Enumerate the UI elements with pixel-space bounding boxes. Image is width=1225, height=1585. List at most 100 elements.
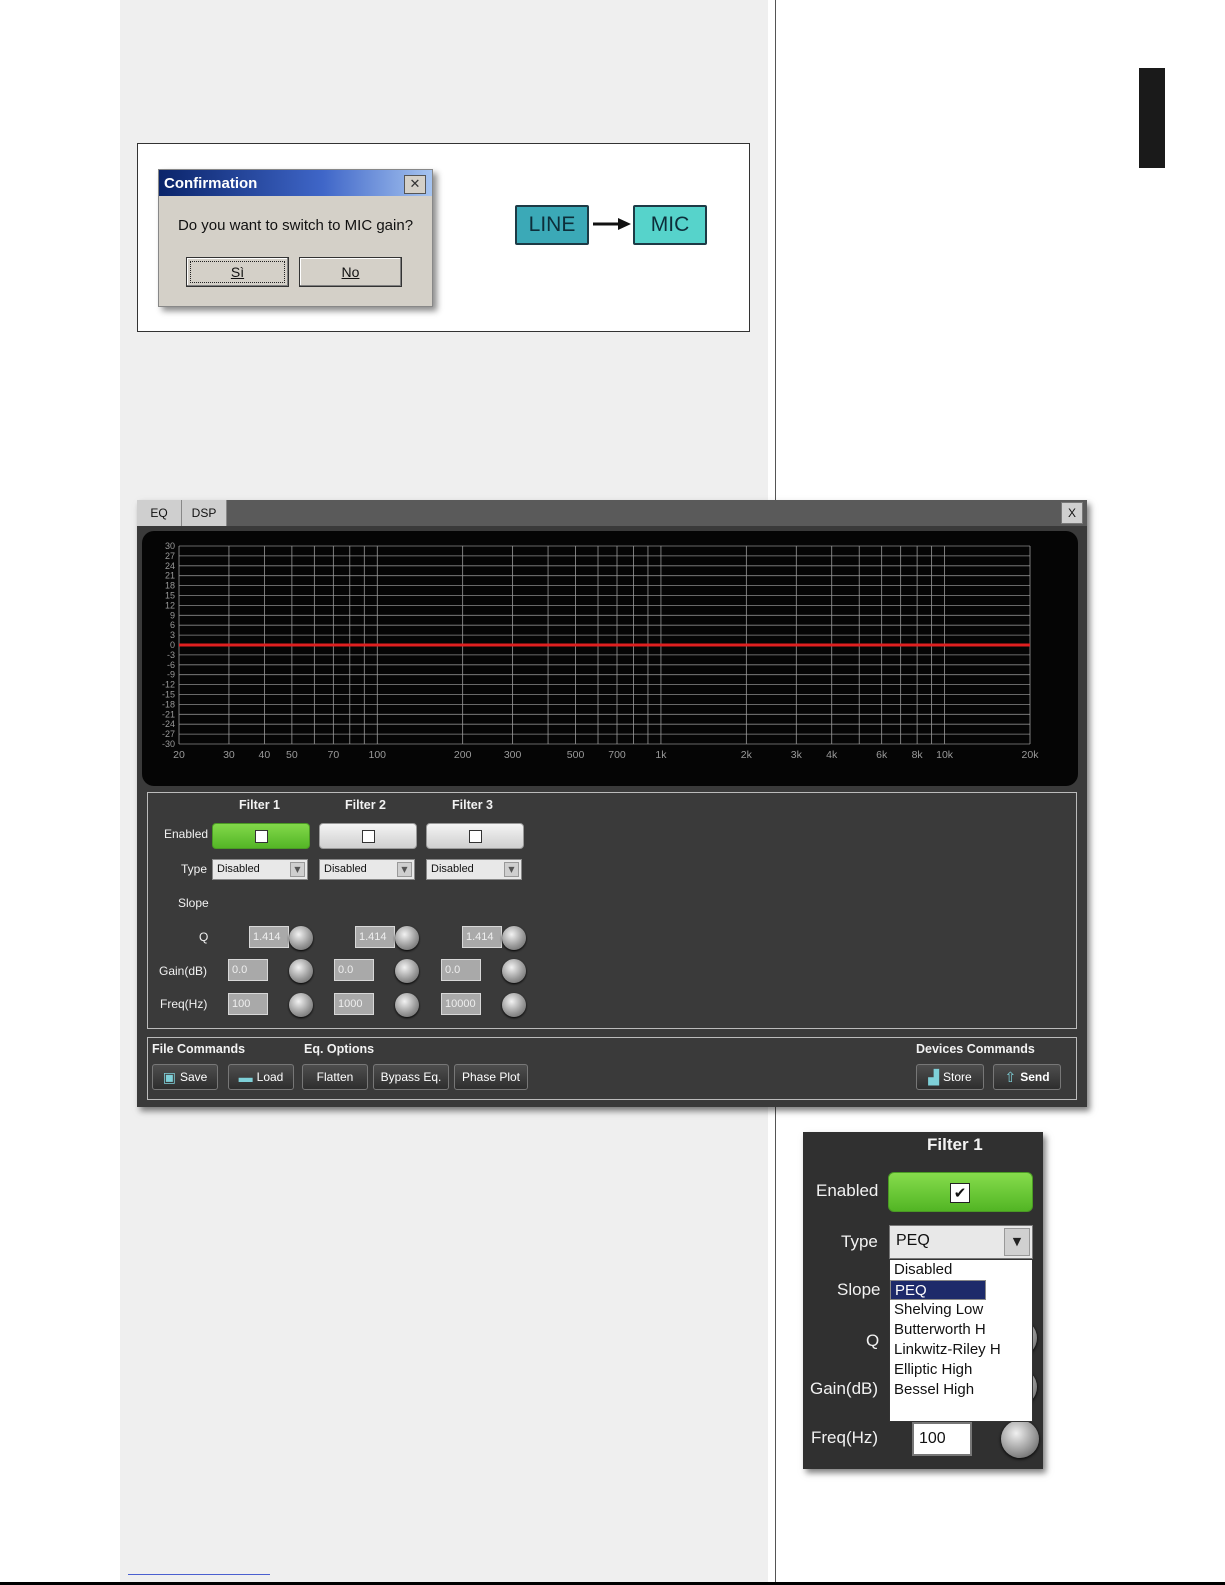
- filter-1-type-select[interactable]: Disabled ▼: [212, 859, 308, 880]
- filter-3-freq-field[interactable]: 10000: [441, 993, 481, 1015]
- freq-tick-label: 700: [608, 749, 626, 761]
- filter-2-q-knob[interactable]: [395, 926, 419, 950]
- freq-tick-label: 200: [454, 749, 472, 761]
- freq-row-label: Freq(Hz): [160, 997, 208, 1011]
- tab-bar: [137, 500, 1087, 526]
- mic-gain-box: MIC: [633, 205, 707, 245]
- dropdown-option[interactable]: Elliptic High: [890, 1360, 1032, 1380]
- close-icon[interactable]: ✕: [404, 175, 426, 194]
- flatten-button[interactable]: Flatten: [302, 1064, 368, 1090]
- dialog-message: Do you want to switch to MIC gain?: [177, 217, 414, 234]
- filter-1-freq-knob[interactable]: [289, 993, 313, 1017]
- filter-1-q-knob[interactable]: [289, 926, 313, 950]
- folder-icon: ▬: [238, 1069, 253, 1085]
- db-tick-label: 3: [170, 630, 175, 640]
- zoom-slope-label: Slope: [837, 1280, 881, 1299]
- bypass-eq-button[interactable]: Bypass Eq.: [373, 1064, 449, 1090]
- freq-tick-label: 40: [259, 749, 271, 761]
- confirmation-dialog: Confirmation ✕ Do you want to switch to …: [158, 169, 433, 307]
- filter-1-q-field[interactable]: 1.414: [249, 926, 289, 948]
- freq-tick-label: 2k: [741, 749, 753, 761]
- eq-options-title: Eq. Options: [304, 1042, 375, 1056]
- zoom-type-select[interactable]: PEQ ▼: [889, 1225, 1033, 1259]
- dropdown-option[interactable]: Butterworth H: [890, 1320, 1032, 1340]
- db-tick-label: -12: [162, 680, 175, 690]
- dialog-titlebar: Confirmation: [159, 170, 432, 196]
- filter-2-freq-knob[interactable]: [395, 993, 419, 1017]
- filter-2-freq-field[interactable]: 1000: [334, 993, 374, 1015]
- checkbox-icon: [469, 830, 482, 843]
- zoom-enabled-toggle[interactable]: ✔: [888, 1172, 1033, 1212]
- load-label: Load: [256, 1070, 284, 1084]
- commands-panel: File Commands Eq. Options Devices Comman…: [147, 1037, 1077, 1100]
- zoom-filter-title: Filter 1: [927, 1135, 983, 1154]
- q-row-label: Q: [199, 930, 209, 944]
- zoom-gain-label: Gain(dB): [810, 1379, 879, 1398]
- store-icon: ▟: [928, 1069, 940, 1085]
- store-button[interactable]: ▟ Store: [916, 1064, 984, 1090]
- filter-3-q-knob[interactable]: [502, 926, 526, 950]
- file-commands-title: File Commands: [152, 1042, 246, 1056]
- type-row-label: Type: [181, 862, 208, 876]
- db-tick-label: -21: [162, 709, 175, 719]
- db-tick-label: 9: [170, 610, 175, 620]
- chevron-down-icon: ▼: [1004, 1228, 1030, 1256]
- phase-plot-button[interactable]: Phase Plot: [454, 1064, 528, 1090]
- store-label: Store: [943, 1070, 972, 1084]
- dropdown-option[interactable]: Bessel High: [890, 1380, 1032, 1400]
- filter-3-type-value: Disabled: [431, 863, 474, 875]
- filters-panel: Enabled Type Slope Q Gain(dB) Freq(Hz) F…: [147, 792, 1077, 1029]
- load-button[interactable]: ▬ Load: [228, 1064, 294, 1090]
- send-button[interactable]: ⇧ Send: [993, 1064, 1061, 1090]
- dropdown-option[interactable]: Shelving Low: [890, 1300, 1032, 1320]
- devices-commands-title: Devices Commands: [916, 1042, 1035, 1056]
- filter-3-type-select[interactable]: Disabled ▼: [426, 859, 522, 880]
- freq-tick-label: 300: [504, 749, 522, 761]
- filter-3-gain-knob[interactable]: [502, 959, 526, 983]
- confirmation-figure: Confirmation ✕ Do you want to switch to …: [137, 143, 750, 332]
- window-close-button[interactable]: X: [1061, 502, 1083, 524]
- filter-3-q-field[interactable]: 1.414: [462, 926, 502, 948]
- db-tick-label: 27: [165, 551, 175, 561]
- db-tick-label: 30: [165, 541, 175, 551]
- filter-1-enabled-toggle[interactable]: [212, 823, 310, 849]
- zoom-freq-field[interactable]: 100: [912, 1422, 972, 1456]
- filter-2-enabled-toggle[interactable]: [319, 823, 417, 849]
- db-tick-label: -3: [167, 650, 175, 660]
- filter-3-gain-field[interactable]: 0.0: [441, 959, 481, 981]
- filter-2-q-field[interactable]: 1.414: [355, 926, 395, 948]
- db-tick-label: 21: [165, 571, 175, 581]
- chevron-down-icon: ▼: [290, 862, 305, 877]
- filter-1-freq-field[interactable]: 100: [228, 993, 268, 1015]
- tab-eq[interactable]: EQ: [137, 500, 182, 526]
- filter-1-gain-knob[interactable]: [289, 959, 313, 983]
- yes-button[interactable]: Sì: [186, 257, 289, 287]
- filter-2-type-select[interactable]: Disabled ▼: [319, 859, 415, 880]
- zoom-enabled-label: Enabled: [816, 1181, 879, 1200]
- filter-3-freq-knob[interactable]: [502, 993, 526, 1017]
- slope-row-label: Slope: [178, 896, 209, 910]
- filter-2-gain-field[interactable]: 0.0: [334, 959, 374, 981]
- filter-3-title: Filter 3: [452, 798, 493, 812]
- filter-1-gain-field[interactable]: 0.0: [228, 959, 268, 981]
- db-tick-label: -18: [162, 699, 175, 709]
- zoom-freq-knob[interactable]: [1001, 1420, 1039, 1458]
- dropdown-option-selected[interactable]: PEQ: [890, 1280, 986, 1300]
- filter-2-gain-knob[interactable]: [395, 959, 419, 983]
- freq-tick-label: 70: [327, 749, 339, 761]
- eq-window: EQ DSP X 30 27 24 21 18 15 12 9 6 3 0 -3 -6 -9 -12 -15-…: [137, 500, 1087, 1107]
- no-button[interactable]: No: [299, 257, 402, 287]
- dropdown-option[interactable]: Disabled: [890, 1260, 1032, 1280]
- db-tick-label: 18: [165, 581, 175, 591]
- dialog-title: Confirmation: [164, 174, 258, 192]
- db-tick-label: -9: [167, 670, 175, 680]
- tab-dsp[interactable]: DSP: [182, 500, 227, 526]
- save-button[interactable]: ▣ Save: [152, 1064, 218, 1090]
- dropdown-option[interactable]: Linkwitz-Riley H: [890, 1340, 1032, 1360]
- line-gain-box: LINE: [515, 205, 589, 245]
- save-label: Save: [179, 1070, 208, 1084]
- chevron-down-icon: ▼: [504, 862, 519, 877]
- checkbox-icon: [362, 830, 375, 843]
- filter-3-enabled-toggle[interactable]: [426, 823, 524, 849]
- zoom-type-value: PEQ: [896, 1232, 930, 1249]
